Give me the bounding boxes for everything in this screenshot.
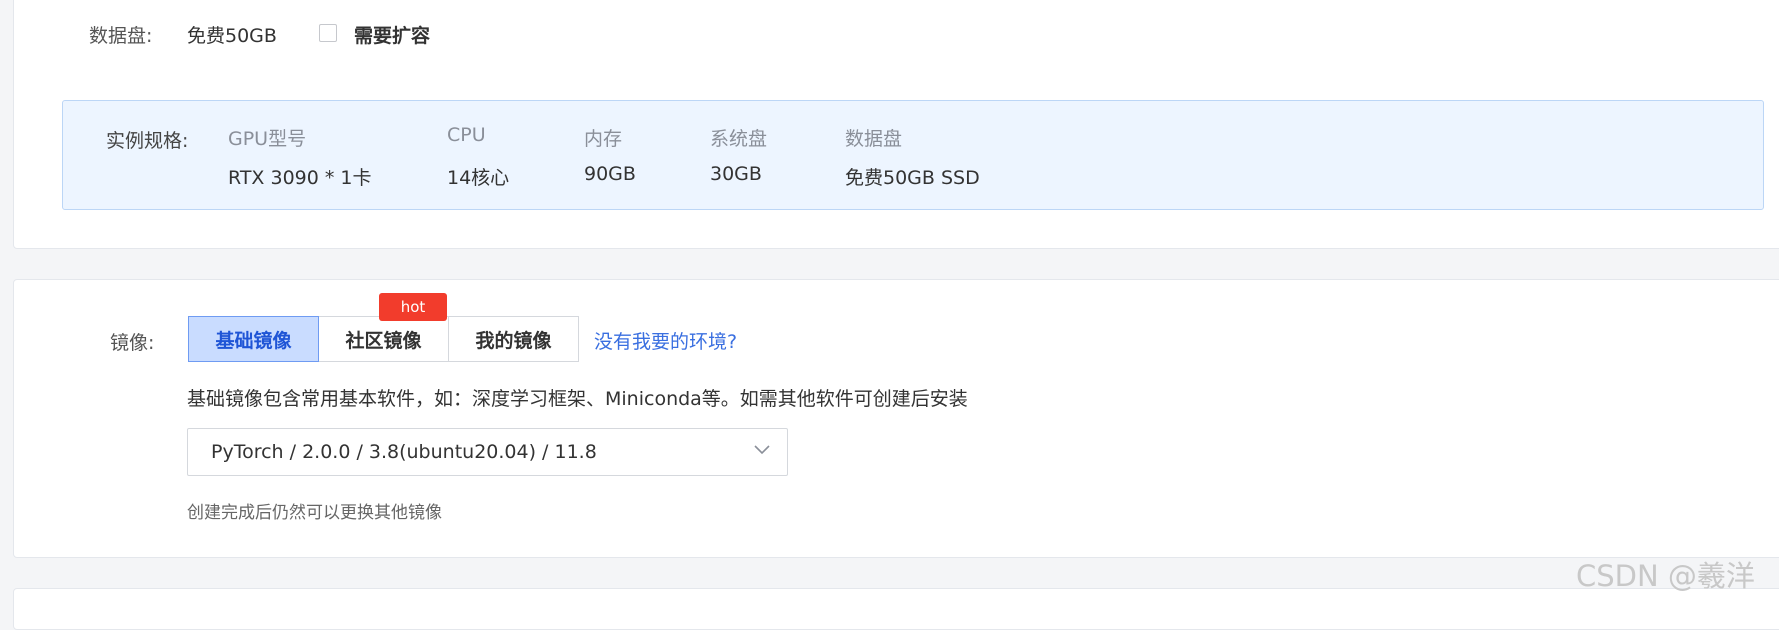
tab-community-image[interactable]: 社区镜像	[318, 316, 449, 362]
spec-value-system-disk: 30GB	[710, 163, 762, 185]
tab-base-image[interactable]: 基础镜像	[188, 316, 319, 362]
csdn-watermark: CSDN @羲洋	[1576, 559, 1755, 593]
spec-value-gpu: RTX 3090 * 1卡	[228, 167, 372, 189]
image-label: 镜像:	[110, 332, 155, 354]
next-section-card	[13, 588, 1779, 630]
spec-header-cpu: CPU	[447, 124, 486, 146]
spec-header-data-disk: 数据盘	[845, 128, 903, 150]
chevron-down-icon	[754, 445, 770, 455]
expand-label[interactable]: 需要扩容	[354, 21, 430, 48]
spec-panel	[62, 100, 1764, 210]
spec-value-data-disk: 免费50GB SSD	[845, 167, 980, 189]
spec-value-cpu: 14核心	[447, 167, 510, 189]
spec-label: 实例规格:	[106, 130, 189, 152]
spec-value-memory: 90GB	[584, 163, 636, 185]
spec-header-system-disk: 系统盘	[710, 128, 768, 150]
spec-header-gpu: GPU型号	[228, 128, 307, 150]
image-hint: 创建完成后仍然可以更换其他镜像	[187, 503, 442, 523]
tab-my-image[interactable]: 我的镜像	[448, 316, 579, 362]
image-description: 基础镜像包含常用基本软件，如：深度学习框架、Miniconda等。如需其他软件可…	[187, 388, 968, 410]
missing-environment-link[interactable]: 没有我要的环境?	[594, 327, 737, 354]
expand-checkbox[interactable]	[319, 24, 337, 42]
data-disk-label: 数据盘:	[89, 25, 153, 47]
image-select[interactable]: PyTorch / 2.0.0 / 3.8(ubuntu20.04) / 11.…	[187, 428, 788, 476]
image-select-value: PyTorch / 2.0.0 / 3.8(ubuntu20.04) / 11.…	[211, 441, 597, 463]
spec-header-memory: 内存	[584, 128, 623, 150]
data-disk-value: 免费50GB	[187, 25, 277, 47]
hot-badge: hot	[379, 293, 447, 321]
